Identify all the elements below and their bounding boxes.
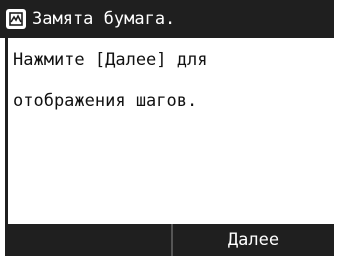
- right-margin: [334, 0, 340, 256]
- message-area: Нажмите [Далее] для отображения шагов.: [5, 38, 334, 224]
- title-bar: Замята бумага.: [0, 0, 334, 38]
- left-softkey[interactable]: [5, 224, 173, 256]
- paper-jam-icon-glyph: [9, 12, 23, 26]
- message-line-2: отображения шагов.: [13, 91, 198, 111]
- printer-display-screen: Замята бумага. Нажмите [Далее] для отобр…: [0, 0, 340, 256]
- message-line-1: Нажмите [Далее] для: [13, 50, 208, 70]
- softkey-bar: Далее: [5, 224, 334, 256]
- next-button[interactable]: Далее: [173, 224, 334, 256]
- paper-jam-icon: [6, 9, 26, 29]
- error-title: Замята бумага.: [32, 9, 176, 29]
